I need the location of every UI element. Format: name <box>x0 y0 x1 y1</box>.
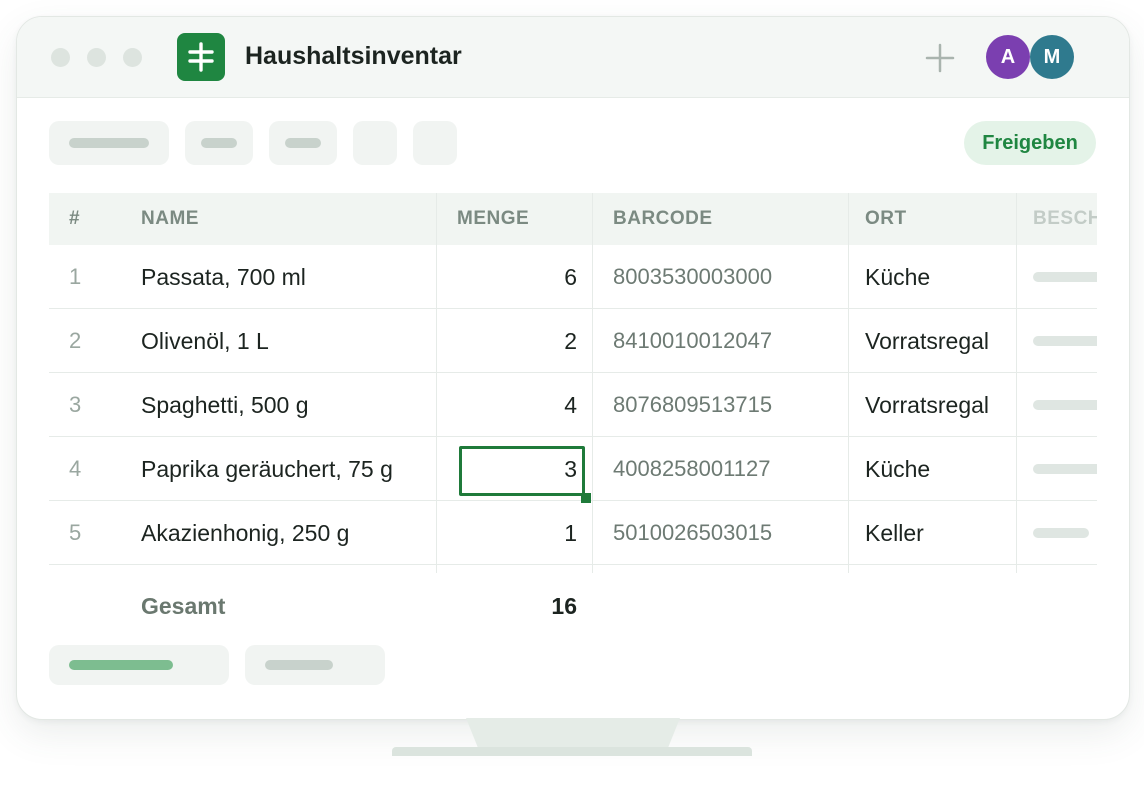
location-cell[interactable]: Keller <box>865 501 924 565</box>
row-index: 4 <box>69 456 82 481</box>
item-name-cell[interactable]: Spaghetti, 500 g <box>141 373 309 437</box>
row-index: 1 <box>69 264 82 289</box>
row-index: 2 <box>69 328 82 353</box>
column-header-name[interactable]: NAME <box>141 193 199 245</box>
barcode-cell[interactable]: 8003530003000 <box>613 245 772 309</box>
item-name-cell[interactable]: Akazienhonig, 250 g <box>141 501 349 565</box>
toolbar-placeholder-icon-button-2[interactable] <box>413 121 457 165</box>
monitor-stand <box>466 718 680 750</box>
footer-placeholder-button-1[interactable] <box>49 645 229 685</box>
row-index: 3 <box>69 392 82 417</box>
footer-placeholder-button-2[interactable] <box>245 645 385 685</box>
inventory-table: # NAME MENGE BARCODE ORT BESCH 1 Passata… <box>49 193 1097 573</box>
toolbar-placeholder-button-1[interactable] <box>49 121 169 165</box>
toolbar-placeholder-icon-button-1[interactable] <box>353 121 397 165</box>
barcode-cell[interactable]: 8076809513715 <box>613 373 772 437</box>
window-zoom-dot[interactable] <box>123 48 142 67</box>
location-cell[interactable]: Küche <box>865 437 930 501</box>
item-name-cell[interactable]: Passata, 700 ml <box>141 245 306 309</box>
column-header-quantity[interactable]: MENGE <box>457 193 529 245</box>
app-title: Haushaltsinventar <box>245 42 462 70</box>
cell-selection-outline <box>459 446 585 496</box>
window-minimize-dot[interactable] <box>87 48 106 67</box>
description-placeholder[interactable] <box>1033 464 1097 474</box>
column-header-barcode[interactable]: BARCODE <box>613 193 713 245</box>
location-cell[interactable]: Küche <box>865 245 930 309</box>
quantity-cell[interactable]: 4 <box>449 373 577 437</box>
column-header-description[interactable]: BESCH <box>1033 193 1097 245</box>
monitor-base <box>392 747 752 756</box>
total-label: Gesamt <box>141 593 226 619</box>
fill-handle[interactable] <box>581 493 591 503</box>
table-header: # NAME MENGE BARCODE ORT BESCH <box>49 193 1097 245</box>
description-placeholder[interactable] <box>1033 528 1089 538</box>
total-value: 16 <box>551 593 577 619</box>
app-window: Haushaltsinventar A M Freigeben # NAME M… <box>16 16 1130 720</box>
location-cell[interactable]: Vorratsregal <box>865 373 989 437</box>
description-placeholder[interactable] <box>1033 272 1097 282</box>
share-button[interactable]: Freigeben <box>964 121 1096 165</box>
barcode-cell[interactable]: 8410010012047 <box>613 309 772 373</box>
title-bar: Haushaltsinventar A M <box>17 17 1129 98</box>
avatar-user-a[interactable]: A <box>986 35 1030 79</box>
window-close-dot[interactable] <box>51 48 70 67</box>
barcode-cell[interactable]: 4008258001127 <box>613 437 770 501</box>
spreadsheet-icon <box>177 33 225 81</box>
description-placeholder[interactable] <box>1033 400 1097 410</box>
add-button[interactable] <box>923 41 957 75</box>
avatar-user-m[interactable]: M <box>1030 35 1074 79</box>
item-name-cell[interactable]: Olivenöl, 1 L <box>141 309 269 373</box>
toolbar-placeholder-button-3[interactable] <box>269 121 337 165</box>
quantity-cell[interactable]: 6 <box>449 245 577 309</box>
row-index: 5 <box>69 520 82 545</box>
plus-icon <box>925 43 955 73</box>
column-header-index[interactable]: # <box>69 193 80 245</box>
toolbar-placeholder-button-2[interactable] <box>185 121 253 165</box>
item-name-cell[interactable]: Paprika geräuchert, 75 g <box>141 437 393 501</box>
description-placeholder[interactable] <box>1033 336 1097 346</box>
location-cell[interactable]: Vorratsregal <box>865 309 989 373</box>
quantity-cell[interactable]: 2 <box>449 309 577 373</box>
quantity-cell[interactable]: 1 <box>449 501 577 565</box>
barcode-cell[interactable]: 5010026503015 <box>613 501 772 565</box>
column-header-location[interactable]: ORT <box>865 193 907 245</box>
